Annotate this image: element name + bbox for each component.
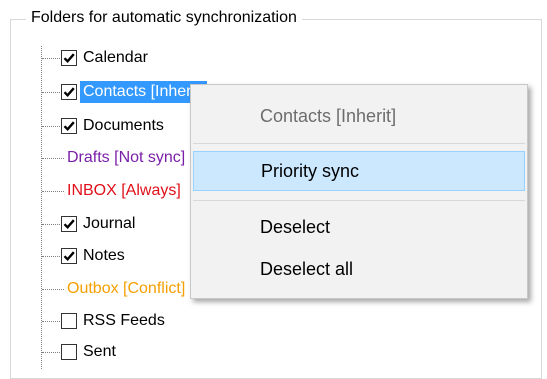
sent-checkbox[interactable] xyxy=(61,344,77,360)
tree-item-label: Calendar xyxy=(83,49,148,66)
contacts-checkbox[interactable] xyxy=(61,84,77,100)
tree-item-calendar[interactable]: Calendar xyxy=(0,46,400,72)
journal-checkbox[interactable] xyxy=(61,216,77,232)
tree-item-label: INBOX [Always] xyxy=(67,182,181,199)
calendar-checkbox[interactable] xyxy=(61,50,77,66)
checkmark-icon xyxy=(63,251,75,262)
tree-item-label: RSS Feeds xyxy=(83,312,165,329)
checkmark-icon xyxy=(63,121,75,132)
tree-item-label: Contacts [Inherit] xyxy=(80,81,207,103)
tree-item-label: Outbox [Conflict] xyxy=(67,280,186,297)
checkmark-icon xyxy=(63,87,75,98)
tree-item-label: Notes xyxy=(83,247,125,264)
tree-item-label: Drafts [Not sync] xyxy=(67,149,186,166)
tree-item-sent[interactable]: Sent xyxy=(0,340,400,366)
menu-item-deselect-all[interactable]: Deselect all xyxy=(193,250,525,290)
notes-checkbox[interactable] xyxy=(61,248,77,264)
tree-item-label: Sent xyxy=(83,343,116,360)
rss-feeds-checkbox[interactable] xyxy=(61,313,77,329)
menu-item-contacts-header: Contacts [Inherit] xyxy=(260,106,397,126)
tree-item-label: Journal xyxy=(83,215,136,232)
menu-separator xyxy=(193,200,525,201)
checkmark-icon xyxy=(63,53,75,64)
tree-item-label: Documents xyxy=(83,117,164,134)
menu-item-deselect[interactable]: Deselect xyxy=(193,208,525,248)
tree-item-rss-feeds[interactable]: RSS Feeds xyxy=(0,309,400,335)
documents-checkbox[interactable] xyxy=(61,118,77,134)
menu-item-priority-sync[interactable]: Priority sync xyxy=(193,151,525,191)
context-menu: Contacts [Inherit] Priority sync Deselec… xyxy=(190,84,528,299)
menu-separator xyxy=(193,143,525,144)
checkmark-icon xyxy=(63,219,75,230)
